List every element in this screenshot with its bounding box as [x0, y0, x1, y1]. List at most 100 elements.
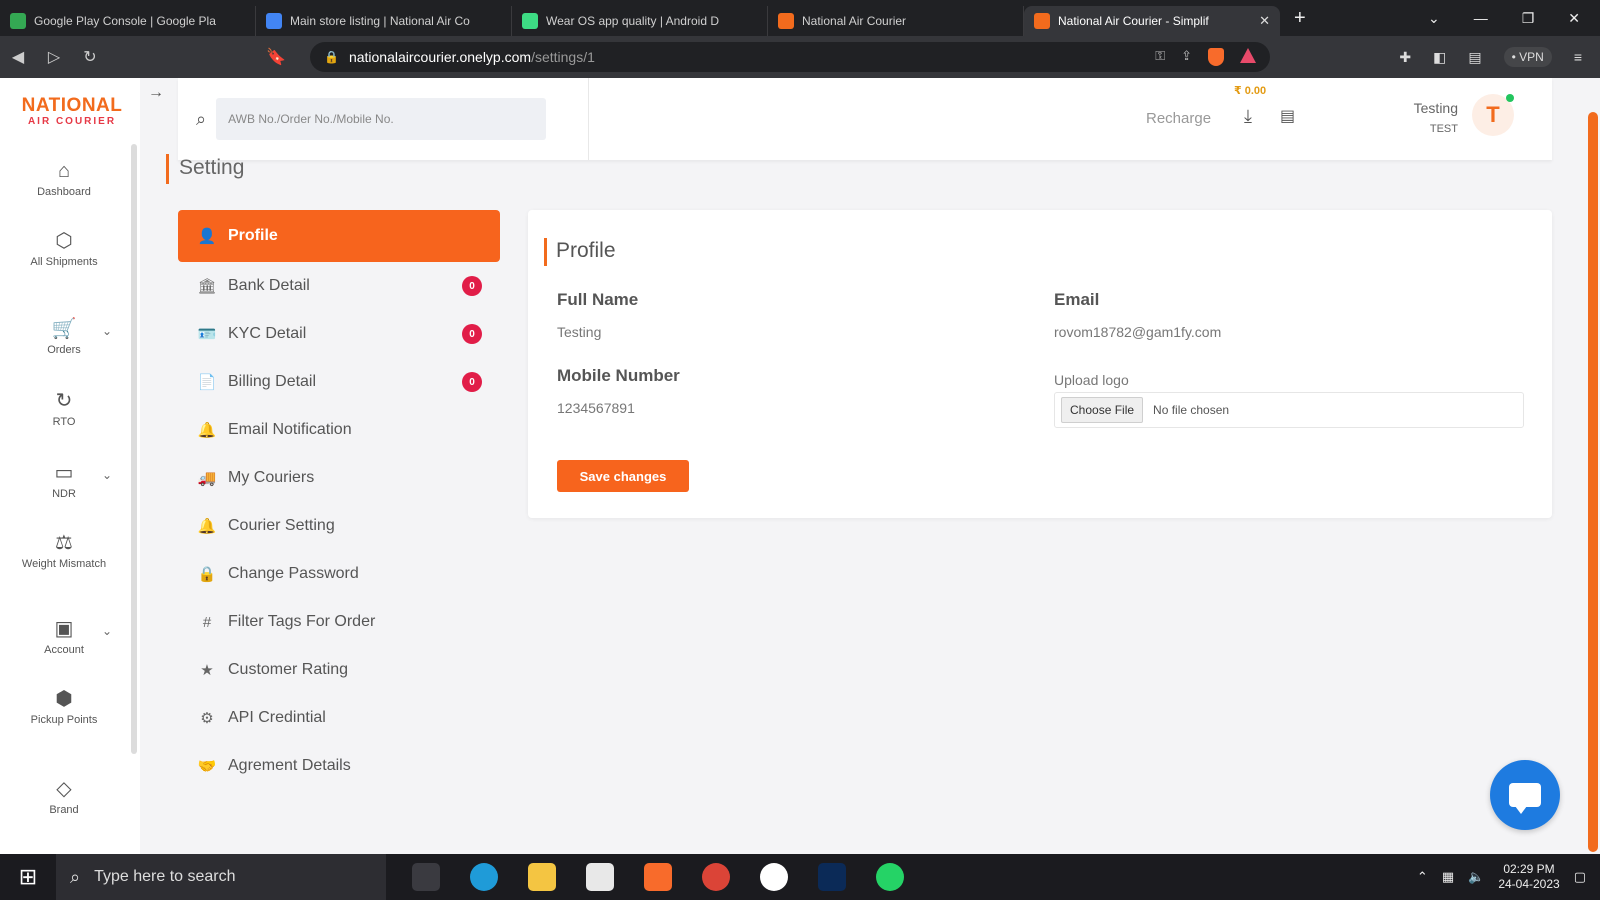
wallet-icon: ▣: [54, 618, 74, 640]
task-view-icon[interactable]: [412, 863, 440, 891]
forward-icon[interactable]: ▷: [36, 47, 72, 67]
chevron-down-icon[interactable]: ⌄: [102, 324, 112, 338]
share-icon[interactable]: ⇪: [1181, 48, 1192, 66]
lock-icon: 🔒: [324, 50, 339, 64]
browser-tab[interactable]: Google Play Console | Google Pla: [0, 6, 256, 36]
collapse-sidebar-icon[interactable]: →: [148, 84, 164, 102]
address-bar[interactable]: 🔒 nationalaircourier.onelyp.com /setting…: [310, 42, 1270, 72]
sidebar-item-all-shipments[interactable]: ⬡ All Shipments: [14, 230, 114, 268]
save-changes-button[interactable]: Save changes: [557, 460, 689, 492]
settings-item-kyc-detail[interactable]: 🪪 KYC Detail 0: [178, 310, 500, 358]
settings-item-change-password[interactable]: 🔒 Change Password: [178, 550, 500, 598]
sidebar-item-ndr[interactable]: ▭ NDR ⌄: [14, 462, 114, 500]
logo-file-input[interactable]: Choose File No file chosen: [1054, 392, 1524, 428]
chevron-down-icon[interactable]: ⌄: [102, 624, 112, 638]
wallet-icon[interactable]: ▤: [1468, 49, 1481, 66]
bell-icon: 🔔: [197, 422, 217, 439]
minimize-icon[interactable]: —: [1474, 10, 1488, 27]
taskbar-apps: [412, 863, 904, 891]
settings-item-billing-detail[interactable]: 📄 Billing Detail 0: [178, 358, 500, 406]
whatsapp-icon[interactable]: [876, 863, 904, 891]
browser-tab[interactable]: Wear OS app quality | Android D: [512, 6, 768, 36]
sidebar-item-rto[interactable]: ↻ RTO: [14, 390, 114, 428]
sidebar-scrollbar[interactable]: [131, 144, 137, 754]
browser-tab[interactable]: Main store listing | National Air Co: [256, 6, 512, 36]
edge-icon[interactable]: [470, 863, 498, 891]
sidebar-item-label: Dashboard: [37, 186, 91, 198]
android-favicon: [522, 13, 538, 29]
menu-icon[interactable]: ≡: [1574, 49, 1582, 65]
reload-icon[interactable]: ↻: [72, 47, 108, 67]
id-card-icon: 🪪: [197, 326, 217, 343]
key-icon[interactable]: ⚿: [1155, 48, 1165, 66]
document-icon: 📄: [197, 374, 217, 391]
tab-search-icon[interactable]: ⌄: [1428, 10, 1440, 27]
choose-file-button[interactable]: Choose File: [1061, 397, 1144, 423]
browser-tab[interactable]: National Air Courier: [768, 6, 1024, 36]
search-box: ⌕: [196, 98, 547, 140]
vpn-button[interactable]: • VPN: [1503, 47, 1552, 67]
chrome-icon[interactable]: [702, 863, 730, 891]
chevron-up-icon[interactable]: ⌃: [1417, 869, 1428, 885]
sidebar-item-brand[interactable]: ◇ Brand: [14, 778, 114, 816]
sidebar-item-account[interactable]: ▣ Account ⌄: [14, 618, 114, 656]
page-scrollbar[interactable]: [1588, 112, 1598, 852]
photoshop-icon[interactable]: [818, 863, 846, 891]
settings-item-customer-rating[interactable]: ★ Customer Rating: [178, 646, 500, 694]
settings-item-email-notification[interactable]: 🔔 Email Notification: [178, 406, 500, 454]
google-play-favicon: [10, 13, 26, 29]
sidebar-item-dashboard[interactable]: ⌂ Dashboard: [14, 160, 114, 198]
wallet-icon[interactable]: ▤: [1280, 106, 1295, 126]
new-tab-button[interactable]: +: [1294, 7, 1306, 30]
sidebar-item-label: Account: [44, 644, 84, 656]
user-role: TEST: [1429, 123, 1458, 135]
bookmark-icon[interactable]: 🔖: [258, 47, 294, 67]
restore-icon[interactable]: ❐: [1522, 10, 1535, 27]
url-domain: nationalaircourier.onelyp.com: [348, 49, 532, 65]
email-label: Email: [1054, 290, 1100, 309]
windows-start-icon[interactable]: ⊞: [0, 864, 56, 890]
back-icon[interactable]: ◀: [0, 47, 36, 67]
settings-item-filter-tags[interactable]: # Filter Tags For Order: [178, 598, 500, 646]
volume-icon[interactable]: 🔈: [1468, 869, 1484, 885]
user-icon: 👤: [197, 228, 217, 245]
close-tab-icon[interactable]: ✕: [1259, 13, 1270, 29]
file-explorer-icon[interactable]: [528, 863, 556, 891]
sidebar-item-weight-mismatch[interactable]: ⚖ Weight Mismatch: [14, 532, 114, 570]
settings-item-my-couriers[interactable]: 🚚 My Couriers: [178, 454, 500, 502]
scale-icon: ⚖: [55, 532, 73, 554]
notifications-icon[interactable]: ▢: [1574, 869, 1586, 885]
wallet-balance[interactable]: ₹ 0.00: [1234, 84, 1266, 97]
store-icon[interactable]: [586, 863, 614, 891]
settings-item-profile[interactable]: 👤 Profile: [178, 210, 500, 262]
close-window-icon[interactable]: ✕: [1568, 10, 1580, 27]
settings-item-courier-setting[interactable]: 🔔 Courier Setting: [178, 502, 500, 550]
app-icon[interactable]: [760, 863, 788, 891]
sidebar-item-orders[interactable]: 🛒 Orders ⌄: [14, 318, 114, 356]
extensions-icon[interactable]: ✚: [1399, 49, 1411, 66]
hash-icon: #: [202, 613, 212, 631]
app-root: NATIONAL AIR COURIER ⌂ Dashboard ⬡ All S…: [0, 78, 1600, 854]
network-icon[interactable]: ▦: [1442, 869, 1454, 885]
recharge-button[interactable]: Recharge: [1146, 110, 1211, 127]
brand-logo[interactable]: NATIONAL AIR COURIER: [18, 96, 126, 128]
clock[interactable]: 02:29 PM 24-04-2023: [1498, 862, 1559, 892]
taskbar-search[interactable]: ⌕ Type here to search: [56, 854, 386, 900]
brave-shield-icon[interactable]: [1208, 48, 1224, 66]
chat-button[interactable]: [1490, 760, 1560, 830]
search-input[interactable]: [216, 98, 547, 140]
download-icon[interactable]: ⤓: [1244, 106, 1252, 127]
app-header: ⌕ ₹ 0.00 Recharge ⤓ ▤ Testing TEST T: [178, 78, 1552, 160]
search-icon[interactable]: ⌕: [196, 109, 206, 130]
chat-icon: [1509, 783, 1541, 814]
sidebar-item-pickup-points[interactable]: ⬢ Pickup Points: [14, 688, 114, 726]
settings-item-bank-detail[interactable]: 🏛 Bank Detail 0: [178, 262, 500, 310]
settings-item-agreement-details[interactable]: 🤝 Agrement Details: [178, 742, 500, 790]
sidebar-toggle-icon[interactable]: ◧: [1433, 49, 1446, 66]
window-controls: ⌄ — ❐ ✕: [1428, 10, 1600, 27]
settings-item-api-credential[interactable]: ⚙ API Credintial: [178, 694, 500, 742]
brave-icon[interactable]: [644, 863, 672, 891]
brave-rewards-icon[interactable]: [1240, 48, 1256, 63]
chevron-down-icon[interactable]: ⌄: [102, 468, 112, 482]
browser-tab-active[interactable]: National Air Courier - Simplif ✕: [1024, 6, 1280, 36]
